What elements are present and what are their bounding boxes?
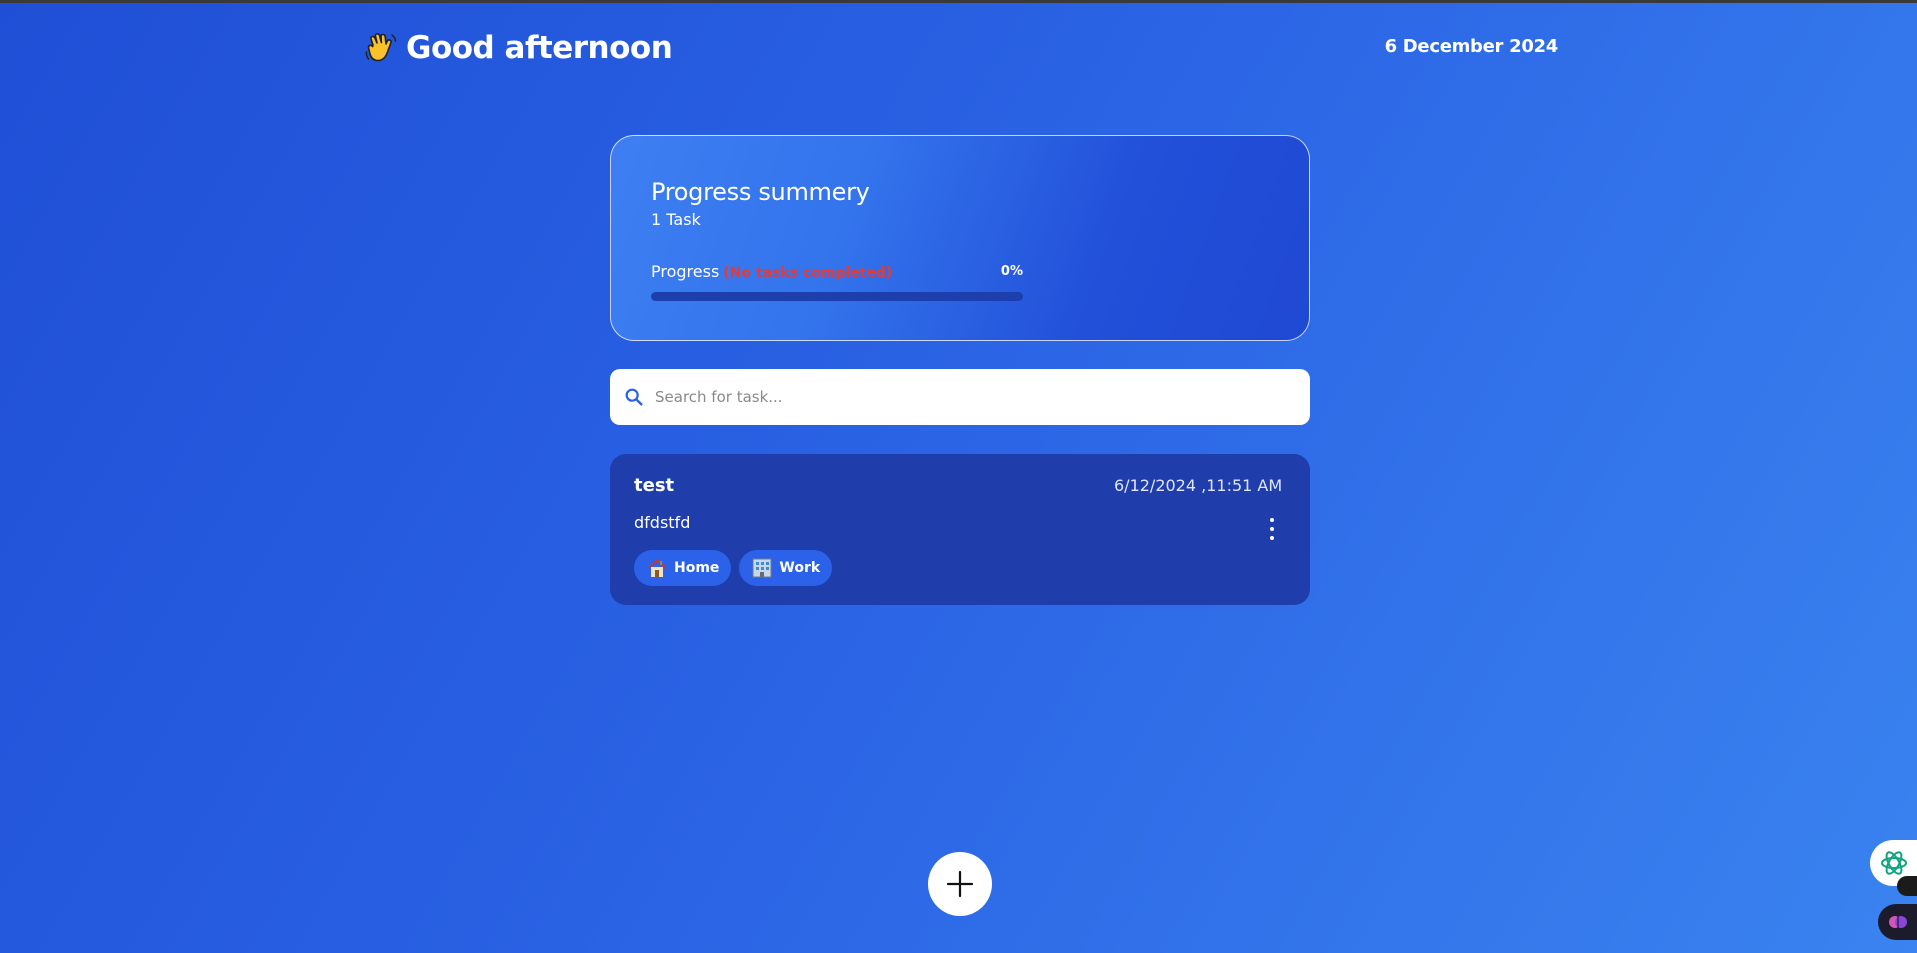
progress-summary-card: Progress summery 1 Task Progress (No tas… [610,135,1310,341]
more-vertical-icon[interactable] [1265,518,1279,540]
task-title: test [634,475,675,496]
waving-hand-icon [365,33,397,62]
plus-icon [946,870,974,898]
category-label: Work [779,560,821,576]
extension-tab[interactable] [1897,876,1917,896]
progress-row: Progress (No tasks completed) 0% [651,262,1023,284]
progress-bar [651,292,1023,301]
search-icon [625,388,643,406]
task-description: dfdstfd [634,513,691,532]
task-categories: Home Work [634,550,833,586]
window-top-border [0,0,1917,3]
house-icon [648,558,666,577]
menu-dot [1270,527,1274,531]
office-building-icon [752,558,772,578]
progress-label: Progress [651,262,720,281]
task-card[interactable]: test 6/12/2024 ,11:51 AM dfdstfd Home Wo… [610,454,1310,605]
greeting: Good afternoon [364,28,673,68]
add-task-button[interactable] [928,852,992,916]
openai-icon [1880,851,1907,875]
category-label: Home [674,560,720,576]
task-datetime: 6/12/2024 ,11:51 AM [1114,476,1283,495]
menu-dot [1270,518,1274,522]
category-chip-work[interactable]: Work [739,550,833,586]
search-input[interactable] [655,388,1275,406]
task-count: 1 Task [651,210,701,229]
progress-summary-title: Progress summery [651,178,870,206]
brain-extension-widget[interactable] [1878,904,1917,940]
greeting-text: Good afternoon [406,30,673,66]
menu-dot [1270,536,1274,540]
search-bar[interactable] [610,369,1310,425]
brain-icon [1888,916,1907,928]
current-date: 6 December 2024 [1384,36,1559,57]
progress-percent: 0% [1000,264,1023,279]
category-chip-home[interactable]: Home [634,550,732,586]
progress-status: (No tasks completed) [723,265,893,281]
